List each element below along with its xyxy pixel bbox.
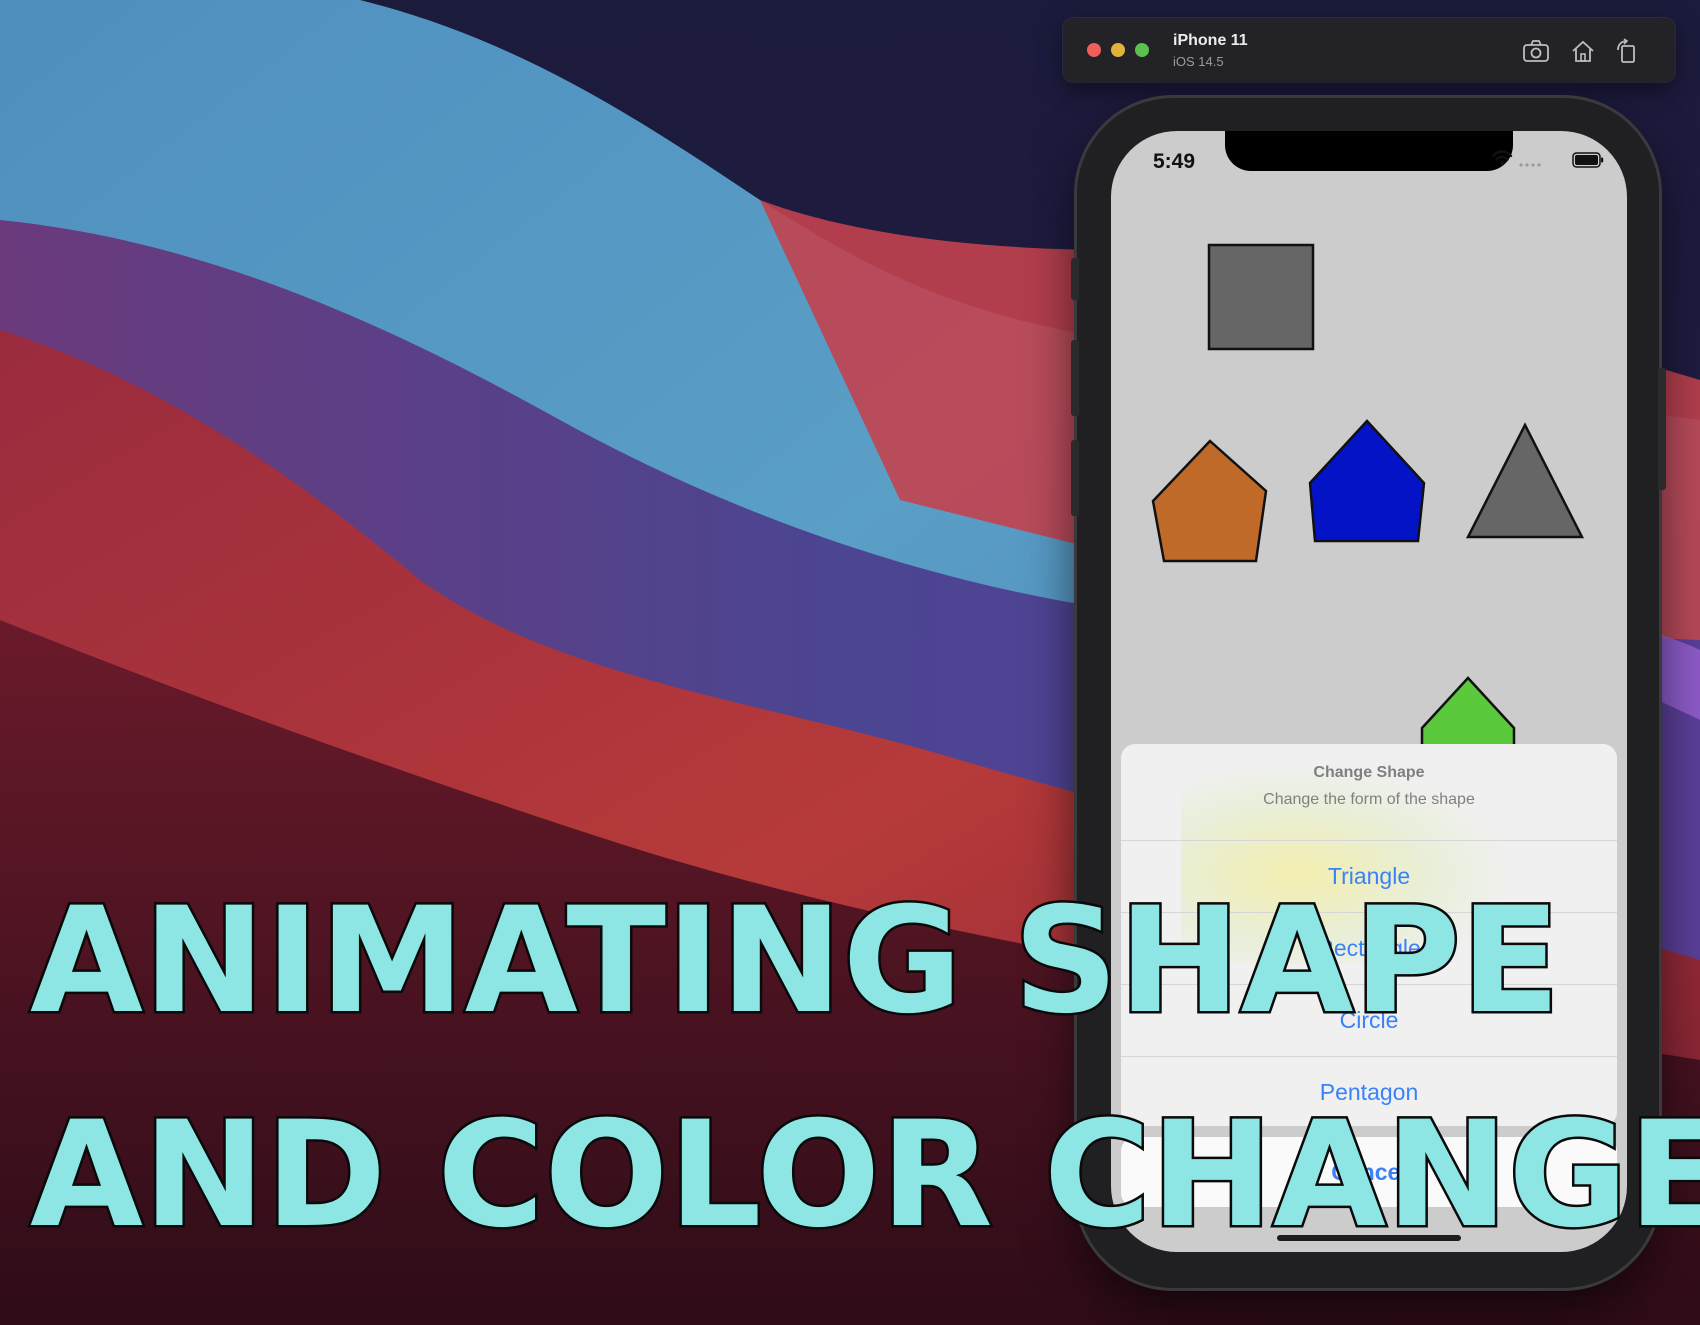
simulator-os-version: iOS 14.5 xyxy=(1173,54,1224,69)
wifi-icon xyxy=(1491,150,1513,166)
pentagon-shape[interactable] xyxy=(1151,439,1268,563)
zoom-window-button[interactable] xyxy=(1135,43,1149,57)
action-sheet-message: Change the form of the shape xyxy=(1263,791,1475,808)
action-sheet-title: Change Shape xyxy=(1313,764,1425,781)
battery-icon xyxy=(1572,152,1604,168)
home-icon[interactable] xyxy=(1569,38,1597,64)
mute-switch xyxy=(1071,258,1079,300)
volume-up-button xyxy=(1071,340,1079,416)
notch xyxy=(1225,131,1513,171)
close-window-button[interactable] xyxy=(1087,43,1101,57)
iphone-screen: 5:49 Change Shape Change the form of the… xyxy=(1111,131,1627,1252)
shapes-canvas xyxy=(1151,243,1585,773)
triangle-shape[interactable] xyxy=(1465,422,1585,539)
caption-line-2: AND COLOR CHANGE xyxy=(28,1088,1700,1263)
screenshot-icon[interactable] xyxy=(1522,38,1550,64)
rotate-icon[interactable] xyxy=(1613,38,1641,64)
simulator-device-name: iPhone 11 xyxy=(1173,32,1248,49)
simulator-titlebar: iPhone 11 iOS 14.5 xyxy=(1063,18,1675,82)
square-shape[interactable] xyxy=(1207,243,1315,351)
volume-down-button xyxy=(1071,440,1079,516)
caption-line-1: ANIMATING SHAPE xyxy=(27,874,1562,1049)
side-button xyxy=(1658,368,1666,490)
minimize-window-button[interactable] xyxy=(1111,43,1125,57)
pentagon-shape[interactable] xyxy=(1308,419,1426,543)
status-bar-time: 5:49 xyxy=(1153,150,1196,173)
cellular-icon xyxy=(1519,163,1541,167)
action-sheet-header: Change Shape Change the form of the shap… xyxy=(1121,744,1617,840)
